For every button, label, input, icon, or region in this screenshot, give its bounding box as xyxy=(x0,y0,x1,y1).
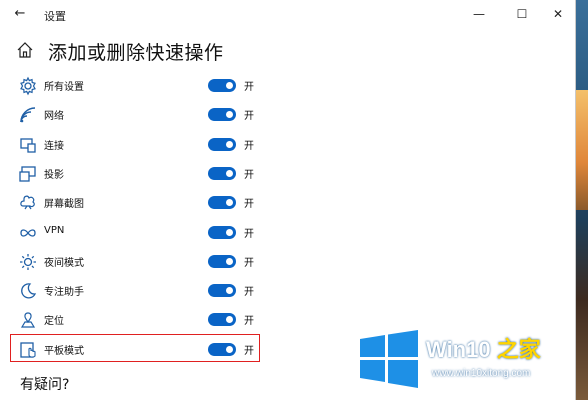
quick-action-row: VPN 开 xyxy=(0,219,575,247)
quick-action-label: VPN xyxy=(44,225,65,236)
toggle-knob xyxy=(226,316,233,323)
quick-action-toggle[interactable] xyxy=(208,196,236,209)
toggle-knob xyxy=(226,111,233,118)
windows-logo-icon xyxy=(360,330,418,388)
window-title: 设置 xyxy=(44,10,66,23)
moon-icon xyxy=(21,283,37,299)
toggle-knob xyxy=(226,258,233,265)
watermark-brand-text: Win10 xyxy=(426,337,491,362)
watermark-url: www.win10xitong.com xyxy=(432,368,531,379)
quick-action-label: 夜间模式 xyxy=(44,258,84,269)
gear-icon xyxy=(20,76,36,96)
quick-action-label: 定位 xyxy=(44,316,64,327)
quick-action-label: 专注助手 xyxy=(44,287,84,298)
toggle-state-label: 开 xyxy=(244,111,254,122)
project-icon xyxy=(19,166,36,182)
toggle-state-label: 开 xyxy=(244,258,254,269)
toggle-knob xyxy=(226,199,233,206)
quick-action-toggle[interactable] xyxy=(208,284,236,297)
minimize-button[interactable]: — xyxy=(462,4,496,24)
quick-action-toggle[interactable] xyxy=(208,79,236,92)
quick-action-toggle[interactable] xyxy=(208,255,236,268)
quick-action-row: 连接 开 xyxy=(0,131,575,159)
toggle-knob xyxy=(226,170,233,177)
quick-action-row: 投影 开 xyxy=(0,160,575,188)
toggle-state-label: 开 xyxy=(244,141,254,152)
watermark-brand: Win10 之家 xyxy=(426,332,541,364)
quick-action-row: 夜间模式 开 xyxy=(0,248,575,276)
location-icon xyxy=(20,312,36,328)
maximize-button[interactable]: ☐ xyxy=(505,4,539,24)
quick-action-label: 网络 xyxy=(44,111,64,122)
night-light-icon xyxy=(20,254,36,270)
toggle-state-label: 开 xyxy=(244,229,254,240)
quick-action-label: 屏幕截图 xyxy=(44,199,84,210)
back-button[interactable]: ← xyxy=(12,6,28,22)
toggle-knob xyxy=(226,229,233,236)
close-button[interactable]: ✕ xyxy=(541,4,575,24)
quick-action-row: 网络 开 xyxy=(0,101,575,129)
quick-action-row: 屏幕截图 开 xyxy=(0,189,575,217)
wifi-icon xyxy=(20,107,36,123)
title-bar: ← 设置 — ☐ ✕ xyxy=(0,0,575,30)
quick-action-label: 投影 xyxy=(44,170,64,181)
toggle-knob xyxy=(226,82,233,89)
quick-action-label: 所有设置 xyxy=(44,82,84,93)
page-title: 添加或删除快速操作 xyxy=(48,42,224,64)
quick-action-toggle[interactable] xyxy=(208,138,236,151)
watermark: Win10 之家 www.win10xitong.com xyxy=(352,328,588,400)
quick-action-row: 所有设置 开 xyxy=(0,72,575,100)
home-icon[interactable] xyxy=(16,41,34,59)
quick-action-toggle[interactable] xyxy=(208,226,236,239)
toggle-state-label: 开 xyxy=(244,316,254,327)
quick-action-toggle[interactable] xyxy=(208,108,236,121)
toggle-state-label: 开 xyxy=(244,82,254,93)
vpn-icon xyxy=(20,229,36,237)
connect-icon xyxy=(20,138,36,153)
quick-action-toggle[interactable] xyxy=(208,313,236,326)
toggle-state-label: 开 xyxy=(244,199,254,210)
page-header: 添加或删除快速操作 xyxy=(0,36,575,68)
quick-action-label: 连接 xyxy=(44,141,64,152)
toggle-knob xyxy=(226,287,233,294)
quick-action-row: 专注助手 开 xyxy=(0,277,575,305)
toggle-state-label: 开 xyxy=(244,287,254,298)
toggle-knob xyxy=(226,141,233,148)
toggle-state-label: 开 xyxy=(244,170,254,181)
help-heading: 有疑问? xyxy=(20,377,70,393)
quick-action-toggle[interactable] xyxy=(208,167,236,180)
desktop-wallpaper-edge xyxy=(574,90,588,210)
watermark-brand-suffix: 之家 xyxy=(496,337,541,362)
highlight-box xyxy=(10,334,260,362)
screenshot-icon xyxy=(20,195,35,210)
